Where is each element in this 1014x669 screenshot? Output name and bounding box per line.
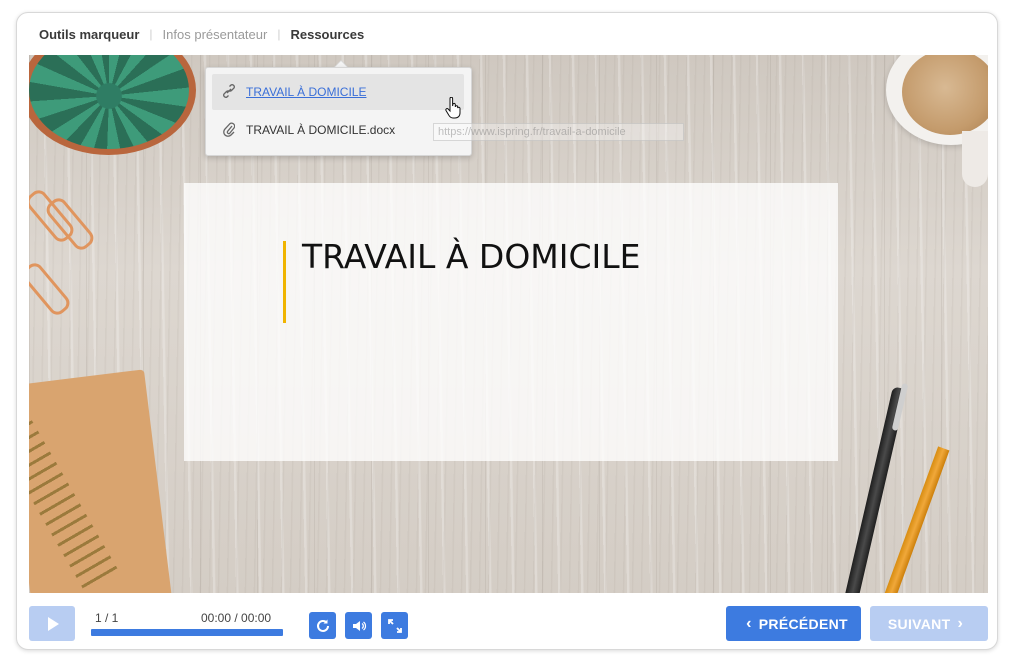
progress-fill xyxy=(91,629,283,636)
time-display: 00:00 / 00:00 xyxy=(201,611,272,625)
resource-link-item[interactable]: TRAVAIL À DOMICILE xyxy=(212,74,464,110)
cup-handle-decoration xyxy=(962,131,988,187)
resource-file-item[interactable]: TRAVAIL À DOMICILE.docx xyxy=(212,112,464,148)
resource-file-label[interactable]: TRAVAIL À DOMICILE.docx xyxy=(246,123,395,137)
replay-icon xyxy=(316,619,329,632)
tab-separator: | xyxy=(149,27,153,41)
play-button[interactable] xyxy=(29,606,75,641)
link-tooltip: https://www.ispring.fr/travail-a-domicil… xyxy=(433,123,684,141)
chevron-left-icon: ‹ xyxy=(746,614,752,632)
hand-cursor-icon xyxy=(445,96,461,119)
previous-button[interactable]: ‹ PRÉCÉDENT xyxy=(726,606,861,641)
play-icon xyxy=(48,616,59,631)
title-accent-bar xyxy=(283,241,286,323)
tab-separator: | xyxy=(277,27,281,41)
paperclip-decoration xyxy=(29,259,74,319)
tab-bar: Outils marqueur | Infos présentateur | R… xyxy=(39,25,364,43)
tab-ressources[interactable]: Ressources xyxy=(290,27,364,42)
resources-dropdown: TRAVAIL À DOMICILE TRAVAIL À DOMICILE.do… xyxy=(205,67,472,156)
slide-title: TRAVAIL À DOMICILE xyxy=(302,237,641,276)
player-controls: 1 / 1 00:00 / 00:00 ‹ PRÉCÉDENT SUIVANT … xyxy=(29,605,988,641)
chevron-right-icon: › xyxy=(957,614,964,632)
link-icon xyxy=(220,83,238,102)
fullscreen-icon xyxy=(387,618,402,633)
previous-label: PRÉCÉDENT xyxy=(758,615,848,632)
slide-content-card: TRAVAIL À DOMICILE xyxy=(184,183,838,461)
progress-bar[interactable] xyxy=(91,629,283,636)
paperclip-icon xyxy=(220,121,238,140)
replay-button[interactable] xyxy=(309,612,336,639)
resource-link-label[interactable]: TRAVAIL À DOMICILE xyxy=(246,85,366,99)
next-button[interactable]: SUIVANT › xyxy=(870,606,988,641)
volume-icon xyxy=(352,620,366,631)
next-label: SUIVANT xyxy=(887,615,951,632)
fullscreen-button[interactable] xyxy=(381,612,408,639)
player-frame: Outils marqueur | Infos présentateur | R… xyxy=(16,12,998,650)
tab-outils-marqueur[interactable]: Outils marqueur xyxy=(39,27,139,42)
tab-infos-presentateur[interactable]: Infos présentateur xyxy=(163,27,268,42)
slide-counter: 1 / 1 xyxy=(95,611,119,625)
volume-button[interactable] xyxy=(345,612,372,639)
